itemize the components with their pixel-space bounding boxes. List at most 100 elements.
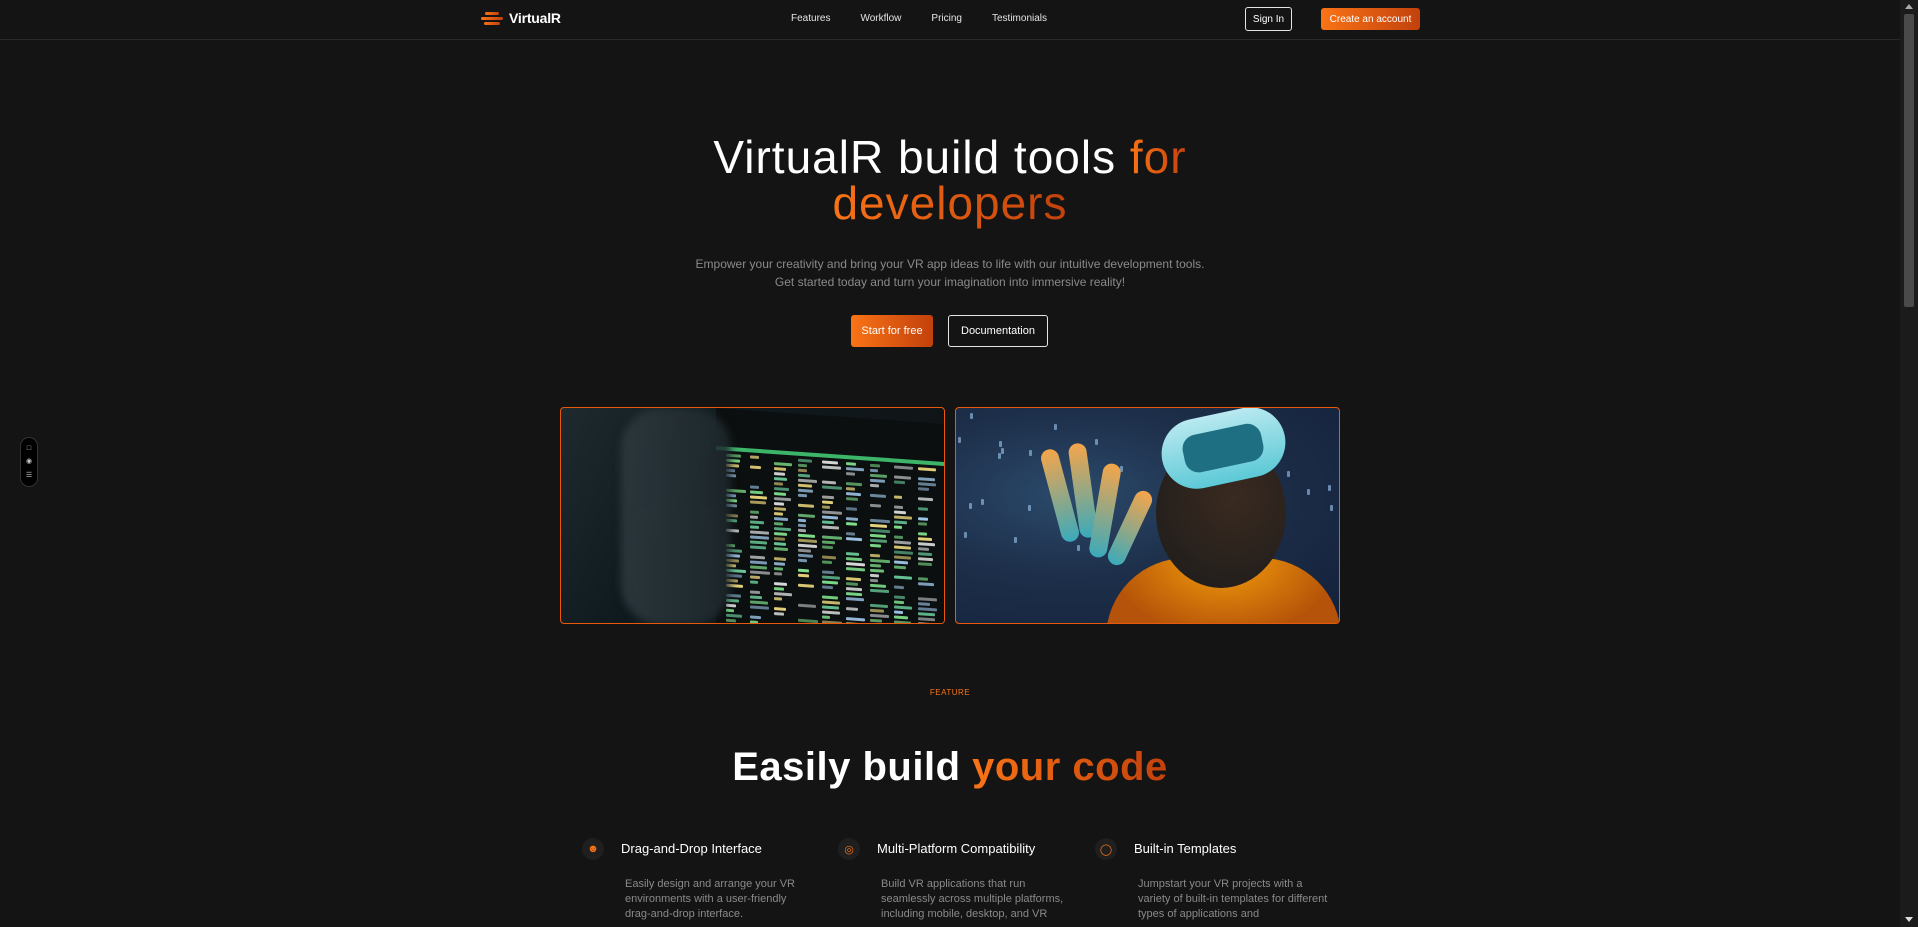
light-speck [999,441,1002,447]
terminal-text-line [774,512,784,516]
terminal-text-line [726,603,736,608]
terminal-text-line [774,487,790,492]
terminal-text-line [918,467,936,472]
terminal-text-line [774,557,786,561]
terminal-text-line [750,560,768,565]
terminal-text-line [750,615,761,620]
terminal-text-line [822,620,842,623]
terminal-text-line [870,613,889,619]
terminal-text-line [846,597,864,602]
terminal-text-line [750,515,759,519]
comment-icon[interactable]: □ [27,445,31,452]
eye-icon[interactable]: ◉ [26,458,32,465]
terminal-text-line [798,473,810,478]
terminal-text-line [774,477,787,481]
terminal-text-line [918,562,933,567]
light-speck [1330,505,1333,511]
terminal-text-line [798,488,814,493]
terminal-text-line [798,603,817,609]
terminal-text-line [774,482,784,486]
terminal-text-line [846,552,859,556]
terminal-text-line [846,472,856,476]
terminal-text-line [774,522,784,526]
scroll-thumb[interactable] [1904,14,1914,307]
scroll-up-arrow[interactable] [1905,4,1913,9]
terminal-text-line [798,528,807,533]
terminal-text-line [870,473,888,478]
terminal-text-line [798,513,816,518]
light-speck [1028,505,1031,511]
nav-link-workflow[interactable]: Workflow [860,13,901,24]
terminal-text-line [774,462,793,467]
nav-links: Features Workflow Pricing Testimonials [791,13,1047,24]
terminal-text-line [870,518,890,524]
terminal-text-line [918,622,931,623]
terminal-text-line [822,545,833,550]
terminal-text-line [750,605,769,610]
terminal-text-line [822,515,839,520]
terminal-text-line [846,622,862,623]
terminal-text-line [798,483,812,488]
light-speck [1095,439,1098,445]
terminal-text-line [894,480,905,485]
terminal-text-line [894,510,907,515]
nav-link-testimonials[interactable]: Testimonials [992,13,1047,24]
terminal-text-line [846,537,862,542]
terminal-text-line [918,482,936,487]
terminal-text-line [894,505,903,510]
terminal-text-line [798,533,816,538]
terminal-text-line [846,482,863,487]
start-for-free-button[interactable]: Start for free [851,315,933,347]
terminal-text-line [870,543,881,548]
terminal-text-line [822,510,842,515]
light-speck [1054,424,1057,430]
terminal-text-line [774,562,785,566]
sign-in-button[interactable]: Sign In [1245,7,1292,31]
terminal-text-line [798,568,809,573]
hero-title-main: VirtualR build tools [713,131,1130,183]
terminal-text-line [918,477,936,482]
documentation-button[interactable]: Documentation [948,315,1048,347]
terminal-text-line [798,538,818,544]
terminal-text-line [750,545,766,550]
feature-card-title: Multi-Platform Compatibility [877,841,1036,856]
terminal-text-line [870,603,889,609]
terminal-text-line [774,607,787,611]
terminal-text-line [750,495,767,500]
terminal-text-line [798,573,809,578]
terminal-text-line [846,522,857,526]
terminal-text-line [918,602,931,606]
terminal-text-line [918,542,936,547]
terminal-text-line [822,570,834,575]
terminal-text-line [750,575,761,580]
terminal-text-line [750,570,770,575]
terminal-text-line [870,528,890,534]
hero-title-accent-2: developers [832,177,1068,229]
feature-card-desc: Build VR applications that run seamlessl… [881,878,1064,920]
terminal-text-line [894,595,905,600]
nav-link-features[interactable]: Features [791,13,830,24]
page-scrollbar[interactable] [1900,0,1918,927]
terminal-text-line [798,523,807,528]
hero-title: VirtualR build tools for developers [0,134,1900,226]
terminal-text-line [894,475,912,480]
terminal-text-line [918,517,928,521]
terminal-text-line [846,557,863,562]
nav-link-pricing[interactable]: Pricing [931,13,962,24]
terminal-text-line [822,595,838,600]
terminal-text-line [822,540,835,545]
terminal-text-line [774,467,787,471]
terminal-text-line [750,510,759,515]
terminal-text-line [846,462,856,466]
scroll-down-arrow[interactable] [1905,917,1913,922]
terminal-text-line [750,525,760,530]
terminal-text-line [798,503,815,508]
terminal-text-line [798,553,813,558]
light-speck [964,532,967,538]
terminal-text-line [846,492,861,497]
settings-icon[interactable]: ☰ [26,472,32,479]
brand-logo[interactable]: VirtualR [481,10,561,26]
terminal-text-line [870,538,887,543]
create-account-button[interactable]: Create an account [1321,8,1420,30]
hero-title-accent-1: for [1129,131,1187,183]
